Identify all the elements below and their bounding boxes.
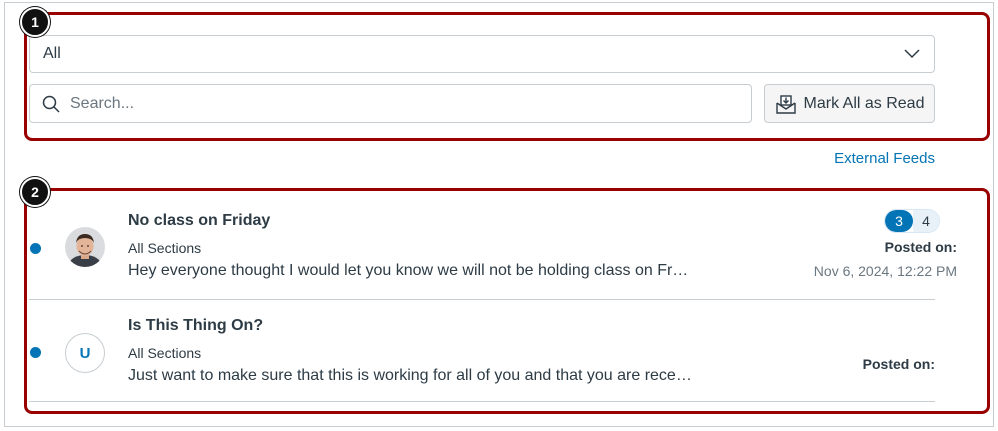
callout-number-1: 1: [20, 7, 50, 37]
callout-box-filters: [24, 12, 990, 141]
external-feeds-link[interactable]: External Feeds: [834, 150, 935, 167]
callout-box-announcements: [24, 188, 990, 414]
callout-number-2: 2: [20, 177, 50, 207]
